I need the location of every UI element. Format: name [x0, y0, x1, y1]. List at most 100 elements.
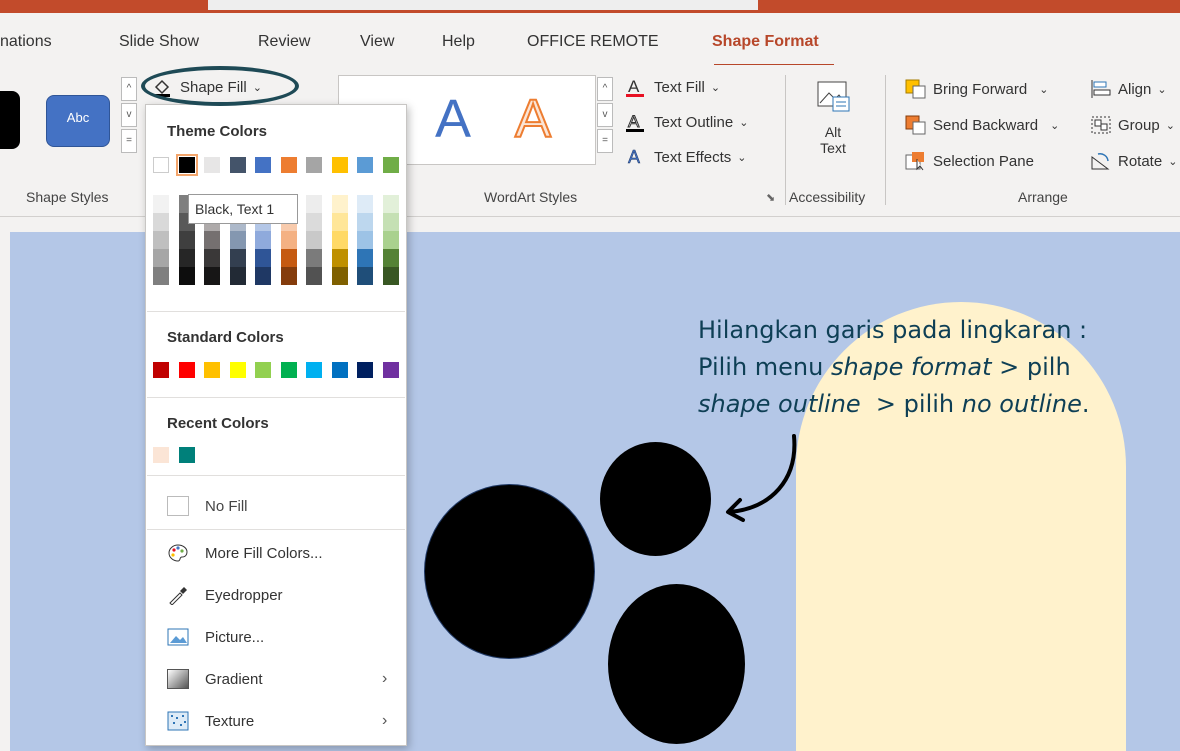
theme-shade-swatch[interactable] — [153, 267, 169, 285]
bottom-circle[interactable] — [608, 584, 745, 744]
theme-shade-swatch[interactable] — [306, 267, 322, 285]
theme-shade-swatch[interactable] — [357, 195, 373, 213]
styles-scroll-down[interactable]: v — [121, 103, 137, 127]
theme-color-swatch[interactable] — [153, 157, 169, 173]
tab-office-remote[interactable]: OFFICE REMOTE — [527, 33, 659, 51]
standard-color-swatch[interactable] — [331, 362, 348, 378]
theme-shade-swatch[interactable] — [178, 249, 195, 267]
standard-color-swatch[interactable] — [382, 362, 399, 378]
theme-shade-swatch[interactable] — [178, 231, 195, 249]
text-fill-button[interactable]: A Text Fill ⌄ — [626, 77, 720, 97]
theme-shade-swatch[interactable] — [382, 195, 399, 213]
instruction-line-2: Pilih menu shape format > pilh — [698, 349, 1168, 386]
theme-shade-swatch[interactable] — [229, 231, 246, 249]
theme-shade-swatch[interactable] — [153, 231, 169, 249]
standard-color-swatch[interactable] — [204, 362, 220, 378]
eyedropper-item[interactable]: Eyedropper — [147, 575, 405, 615]
styles-scroll-up[interactable]: ^ — [121, 77, 137, 101]
theme-shade-swatch[interactable] — [280, 249, 297, 267]
no-fill-item[interactable]: No Fill — [147, 486, 405, 526]
standard-color-swatch[interactable] — [280, 362, 297, 378]
theme-color-swatch[interactable] — [280, 157, 297, 173]
small-circle[interactable] — [600, 442, 711, 556]
theme-shade-swatch[interactable] — [357, 267, 373, 285]
large-circle[interactable] — [425, 485, 594, 658]
theme-shade-swatch[interactable] — [331, 249, 348, 267]
theme-shade-swatch[interactable] — [357, 249, 373, 267]
theme-color-swatch[interactable] — [382, 157, 399, 173]
rotate-button[interactable]: Rotate ⌄ — [1090, 151, 1177, 171]
theme-shade-swatch[interactable] — [331, 231, 348, 249]
texture-item[interactable]: Texture › — [147, 701, 405, 741]
tab-help[interactable]: Help — [442, 33, 475, 51]
tab-shape-format[interactable]: Shape Format — [712, 33, 819, 51]
picture-item[interactable]: Picture... — [147, 617, 405, 657]
text-outline-button[interactable]: A Text Outline ⌄ — [626, 112, 748, 132]
theme-shade-swatch[interactable] — [306, 195, 322, 213]
shape-style-blue[interactable]: Abc — [46, 95, 110, 147]
gradient-item[interactable]: Gradient › — [147, 659, 405, 699]
theme-shade-swatch[interactable] — [382, 267, 399, 285]
theme-shade-swatch[interactable] — [178, 267, 195, 285]
theme-shade-swatch[interactable] — [306, 249, 322, 267]
theme-shade-swatch[interactable] — [229, 249, 246, 267]
theme-shade-swatch[interactable] — [331, 267, 348, 285]
wordart-scroll-down[interactable]: v — [597, 103, 613, 127]
theme-shade-swatch[interactable] — [153, 195, 169, 213]
theme-shade-swatch[interactable] — [204, 231, 220, 249]
more-fill-colors-item[interactable]: More Fill Colors... — [147, 533, 405, 573]
styles-more[interactable]: = — [121, 129, 137, 153]
theme-shade-swatch[interactable] — [357, 213, 373, 231]
standard-color-swatch[interactable] — [229, 362, 246, 378]
tab-animations[interactable]: nations — [0, 33, 52, 51]
theme-shade-swatch[interactable] — [204, 249, 220, 267]
theme-shade-swatch[interactable] — [255, 267, 271, 285]
theme-shade-swatch[interactable] — [153, 213, 169, 231]
standard-color-swatch[interactable] — [178, 362, 195, 378]
shape-style-black[interactable] — [0, 91, 20, 149]
group-button[interactable]: Group ⌄ — [1090, 115, 1175, 135]
recent-color-swatch[interactable] — [178, 447, 195, 463]
tab-slide-show[interactable]: Slide Show — [119, 33, 199, 51]
wordart-sample-orange[interactable]: A — [514, 88, 552, 150]
theme-color-swatch[interactable] — [331, 157, 348, 173]
text-effects-button[interactable]: A Text Effects ⌄ — [626, 147, 747, 168]
standard-color-swatch[interactable] — [306, 362, 322, 378]
theme-color-swatch[interactable] — [255, 157, 271, 173]
standard-color-swatch[interactable] — [357, 362, 373, 378]
theme-shade-swatch[interactable] — [331, 213, 348, 231]
theme-shade-swatch[interactable] — [255, 231, 271, 249]
wordart-more[interactable]: = — [597, 129, 613, 153]
theme-shade-swatch[interactable] — [204, 267, 220, 285]
standard-color-swatch[interactable] — [153, 362, 169, 378]
dialog-launcher-icon[interactable]: ⬊ — [766, 191, 775, 204]
theme-shade-swatch[interactable] — [280, 231, 297, 249]
theme-color-swatch[interactable] — [306, 157, 322, 173]
wordart-scroll-up[interactable]: ^ — [597, 77, 613, 101]
theme-shade-swatch[interactable] — [255, 249, 271, 267]
theme-shade-swatch[interactable] — [153, 249, 169, 267]
theme-color-swatch[interactable] — [357, 157, 373, 173]
send-backward-button[interactable]: Send Backward ⌄ — [905, 115, 1059, 135]
theme-shade-swatch[interactable] — [331, 195, 348, 213]
theme-shade-swatch[interactable] — [382, 213, 399, 231]
theme-color-swatch[interactable] — [229, 157, 246, 173]
recent-color-swatch[interactable] — [153, 447, 169, 463]
selection-pane-button[interactable]: Selection Pane — [905, 151, 1034, 171]
theme-color-swatch[interactable] — [175, 154, 198, 176]
alt-text-button[interactable]: Alt Text — [808, 79, 858, 179]
theme-shade-swatch[interactable] — [357, 231, 373, 249]
wordart-sample-blue[interactable]: A — [435, 88, 471, 150]
theme-shade-swatch[interactable] — [306, 231, 322, 249]
theme-shade-swatch[interactable] — [306, 213, 322, 231]
align-button[interactable]: Align ⌄ — [1090, 79, 1167, 99]
theme-shade-swatch[interactable] — [382, 249, 399, 267]
theme-shade-swatch[interactable] — [280, 267, 297, 285]
theme-shade-swatch[interactable] — [382, 231, 399, 249]
theme-shade-swatch[interactable] — [229, 267, 246, 285]
standard-color-swatch[interactable] — [255, 362, 271, 378]
tab-view[interactable]: View — [360, 33, 394, 51]
theme-color-swatch[interactable] — [204, 157, 220, 173]
tab-review[interactable]: Review — [258, 33, 310, 51]
bring-forward-button[interactable]: Bring Forward ⌄ — [905, 79, 1048, 99]
